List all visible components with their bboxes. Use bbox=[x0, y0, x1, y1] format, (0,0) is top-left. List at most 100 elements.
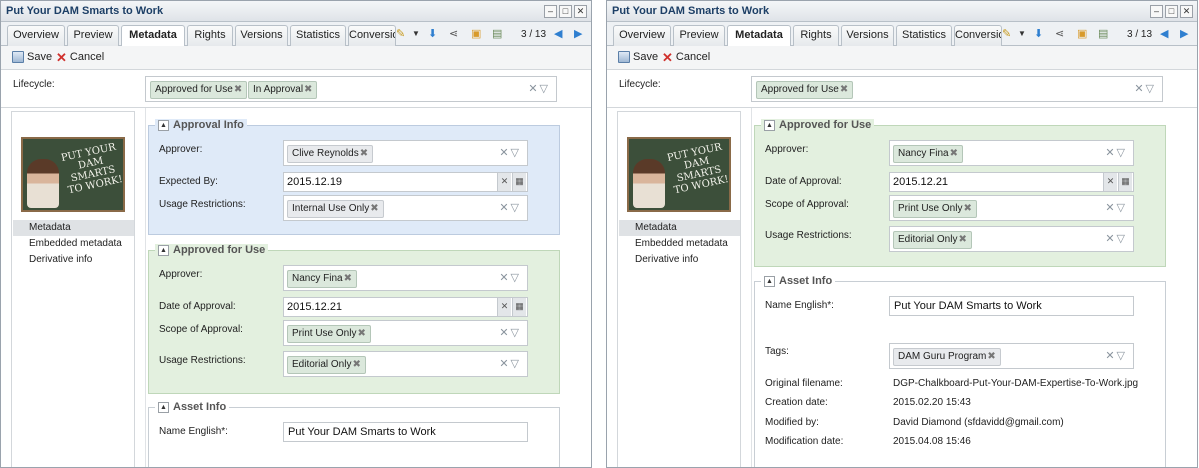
field-controls[interactable]: ✕▽ bbox=[1105, 350, 1127, 362]
remove-chip-icon[interactable]: ✖ bbox=[360, 148, 368, 159]
approver-chip[interactable]: Nancy Fina✖ bbox=[287, 270, 357, 288]
date-of-approval-field[interactable]: 2015.12.21 ✕ ▦ bbox=[889, 172, 1134, 192]
previous-icon[interactable]: ◀ bbox=[1160, 28, 1168, 40]
remove-chip-icon[interactable]: ✖ bbox=[987, 351, 995, 362]
usage-restrictions-field[interactable]: Internal Use Only✖ ✕▽ bbox=[283, 195, 528, 221]
approver-chip[interactable]: Clive Reynolds✖ bbox=[287, 145, 374, 163]
tab-menu-dropdown-icon[interactable]: ▼ bbox=[412, 28, 420, 40]
export-icon[interactable]: ▤ bbox=[492, 28, 502, 40]
nav-item-derivative-info[interactable]: Derivative info bbox=[13, 252, 134, 268]
usage-chip[interactable]: Editorial Only✖ bbox=[893, 231, 972, 249]
clear-date-icon[interactable]: ✕ bbox=[497, 298, 511, 316]
package-icon[interactable]: ▣ bbox=[1077, 28, 1087, 40]
collapse-icon[interactable]: ▲ bbox=[158, 401, 169, 413]
save-button[interactable]: Save bbox=[12, 51, 52, 63]
scope-of-approval-field[interactable]: Print Use Only✖ ✕▽ bbox=[889, 195, 1134, 221]
field-controls[interactable]: ✕▽ bbox=[1105, 202, 1127, 214]
expected-by-date-field[interactable]: 2015.12.19 ✕ ▦ bbox=[283, 172, 528, 192]
remove-chip-icon[interactable]: ✖ bbox=[958, 234, 966, 245]
remove-chip-icon[interactable]: ✖ bbox=[357, 328, 365, 339]
collapse-icon[interactable]: ▲ bbox=[764, 119, 775, 131]
usage-restrictions-field[interactable]: Editorial Only✖ ✕▽ bbox=[283, 351, 528, 377]
tag-chip[interactable]: DAM Guru Program✖ bbox=[893, 348, 1001, 366]
tab-versions[interactable]: Versions bbox=[235, 25, 288, 46]
remove-chip-icon[interactable]: ✖ bbox=[840, 84, 848, 95]
calendar-icon[interactable]: ▦ bbox=[512, 173, 526, 191]
tab-conversions[interactable]: Conversions bbox=[954, 25, 1002, 46]
pencil-icon[interactable]: ✎ bbox=[1002, 28, 1011, 40]
approver-field[interactable]: Nancy Fina✖ ✕▽ bbox=[283, 265, 528, 291]
tab-preview[interactable]: Preview bbox=[673, 25, 725, 46]
remove-chip-icon[interactable]: ✖ bbox=[950, 148, 958, 159]
tags-field[interactable]: DAM Guru Program✖ ✕▽ bbox=[889, 343, 1134, 369]
remove-chip-icon[interactable]: ✖ bbox=[963, 203, 971, 214]
cancel-button[interactable]: ✕ Cancel bbox=[56, 51, 104, 64]
clear-date-icon[interactable]: ✕ bbox=[1103, 173, 1117, 191]
scope-of-approval-field[interactable]: Print Use Only✖ ✕▽ bbox=[283, 320, 528, 346]
download-icon[interactable]: ⬇ bbox=[428, 28, 437, 40]
approver-chip[interactable]: Nancy Fina✖ bbox=[893, 145, 963, 163]
pencil-icon[interactable]: ✎ bbox=[396, 28, 405, 40]
nav-item-embedded-metadata[interactable]: Embedded metadata bbox=[13, 236, 134, 252]
close-button[interactable]: ✕ bbox=[1180, 5, 1193, 18]
scope-chip[interactable]: Print Use Only✖ bbox=[893, 200, 977, 218]
tab-statistics[interactable]: Statistics bbox=[896, 25, 952, 46]
close-button[interactable]: ✕ bbox=[574, 5, 587, 18]
name-english-input[interactable]: Put Your DAM Smarts to Work bbox=[889, 296, 1134, 316]
next-icon[interactable]: ▶ bbox=[574, 28, 582, 40]
lifecycle-field[interactable]: Approved for Use✖ In Approval✖ ✕▽ bbox=[145, 76, 557, 102]
lifecycle-field[interactable]: Approved for Use✖ ✕▽ bbox=[751, 76, 1163, 102]
tab-overview[interactable]: Overview bbox=[7, 25, 65, 46]
field-controls[interactable]: ✕▽ bbox=[1105, 233, 1127, 245]
asset-thumbnail[interactable]: PUT YOUR DAM SMARTS TO WORK! bbox=[21, 137, 125, 212]
minimize-button[interactable]: – bbox=[1150, 5, 1163, 18]
nav-item-derivative-info[interactable]: Derivative info bbox=[619, 252, 740, 268]
field-controls[interactable]: ✕▽ bbox=[499, 272, 521, 284]
tab-metadata[interactable]: Metadata bbox=[121, 25, 185, 47]
tab-preview[interactable]: Preview bbox=[67, 25, 119, 46]
calendar-icon[interactable]: ▦ bbox=[512, 298, 526, 316]
field-controls[interactable]: ✕▽ bbox=[1105, 147, 1127, 159]
calendar-icon[interactable]: ▦ bbox=[1118, 173, 1132, 191]
collapse-icon[interactable]: ▲ bbox=[158, 244, 169, 256]
tab-conversions[interactable]: Conversions bbox=[348, 25, 396, 46]
remove-chip-icon[interactable]: ✖ bbox=[370, 203, 378, 214]
nav-item-metadata[interactable]: Metadata bbox=[13, 220, 134, 236]
package-icon[interactable]: ▣ bbox=[471, 28, 481, 40]
field-controls[interactable]: ✕▽ bbox=[528, 83, 550, 95]
usage-restrictions-field[interactable]: Editorial Only✖ ✕▽ bbox=[889, 226, 1134, 252]
tab-overview[interactable]: Overview bbox=[613, 25, 671, 46]
clear-date-icon[interactable]: ✕ bbox=[497, 173, 511, 191]
scope-chip[interactable]: Print Use Only✖ bbox=[287, 325, 371, 343]
minimize-button[interactable]: – bbox=[544, 5, 557, 18]
approver-field[interactable]: Nancy Fina✖ ✕▽ bbox=[889, 140, 1134, 166]
collapse-icon[interactable]: ▲ bbox=[764, 275, 775, 287]
remove-chip-icon[interactable]: ✖ bbox=[344, 273, 352, 284]
field-controls[interactable]: ✕▽ bbox=[499, 147, 521, 159]
lifecycle-chip[interactable]: Approved for Use✖ bbox=[150, 81, 248, 99]
usage-chip[interactable]: Internal Use Only✖ bbox=[287, 200, 384, 218]
previous-icon[interactable]: ◀ bbox=[554, 28, 562, 40]
tab-versions[interactable]: Versions bbox=[841, 25, 894, 46]
tab-menu-dropdown-icon[interactable]: ▼ bbox=[1018, 28, 1026, 40]
lifecycle-chip[interactable]: In Approval✖ bbox=[248, 81, 318, 99]
approver-field[interactable]: Clive Reynolds✖ ✕▽ bbox=[283, 140, 528, 166]
field-controls[interactable]: ✕▽ bbox=[499, 202, 521, 214]
tab-rights[interactable]: Rights bbox=[793, 25, 839, 46]
maximize-button[interactable]: □ bbox=[1165, 5, 1178, 18]
usage-chip[interactable]: Editorial Only✖ bbox=[287, 356, 366, 374]
tab-metadata[interactable]: Metadata bbox=[727, 25, 791, 47]
next-icon[interactable]: ▶ bbox=[1180, 28, 1188, 40]
maximize-button[interactable]: □ bbox=[559, 5, 572, 18]
lifecycle-chip[interactable]: Approved for Use✖ bbox=[756, 81, 854, 99]
cancel-button[interactable]: ✕ Cancel bbox=[662, 51, 710, 64]
asset-thumbnail[interactable]: PUT YOUR DAM SMARTS TO WORK! bbox=[627, 137, 731, 212]
save-button[interactable]: Save bbox=[618, 51, 658, 63]
field-controls[interactable]: ✕▽ bbox=[1134, 83, 1156, 95]
export-icon[interactable]: ▤ bbox=[1098, 28, 1108, 40]
name-english-input[interactable]: Put Your DAM Smarts to Work bbox=[283, 422, 528, 442]
tab-statistics[interactable]: Statistics bbox=[290, 25, 346, 46]
remove-chip-icon[interactable]: ✖ bbox=[352, 359, 360, 370]
date-of-approval-field[interactable]: 2015.12.21 ✕ ▦ bbox=[283, 297, 528, 317]
share-icon[interactable]: ⋖ bbox=[449, 28, 458, 40]
